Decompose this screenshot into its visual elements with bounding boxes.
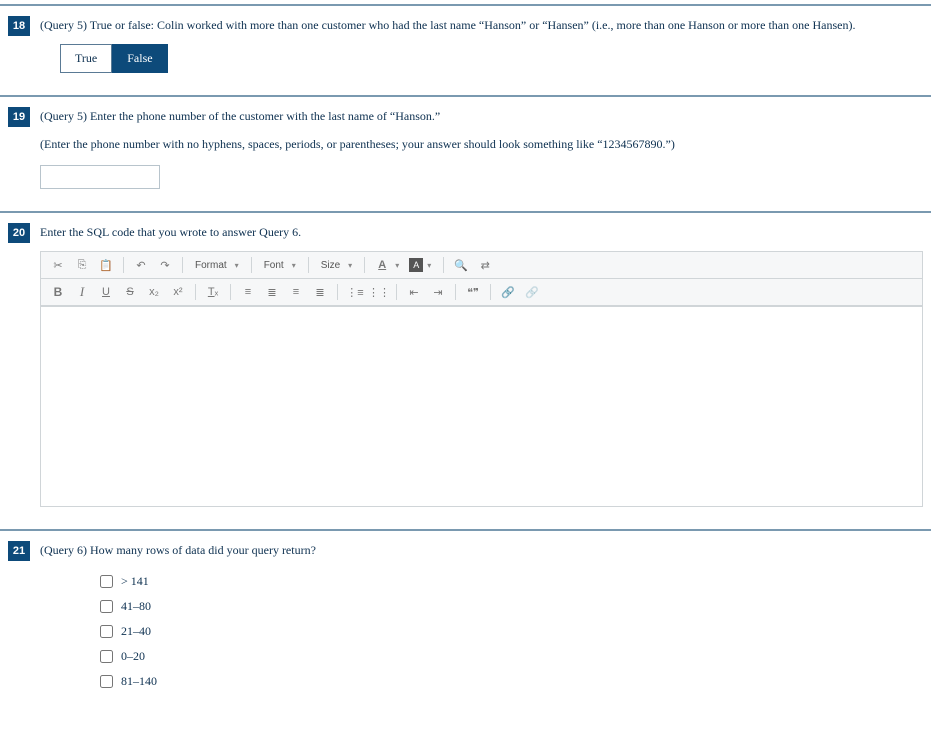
toolbar-separator	[123, 257, 124, 273]
subscript-icon[interactable]: x₂	[145, 283, 163, 301]
option-checkbox[interactable]	[100, 650, 113, 663]
align-left-icon[interactable]: ≡	[239, 283, 257, 301]
phone-input[interactable]	[40, 165, 160, 189]
cut-icon[interactable]: ✂	[49, 256, 67, 274]
toolbar-separator	[182, 257, 183, 273]
question-number-badge: 19	[8, 107, 30, 127]
chevron-down-icon: ▾	[395, 261, 399, 270]
option-item[interactable]: 0–20	[100, 644, 923, 669]
option-label: 81–140	[121, 674, 157, 689]
unlink-icon[interactable]: 🔗	[523, 283, 541, 301]
numbered-list-icon[interactable]: ⋮≡	[346, 283, 364, 301]
option-checkbox[interactable]	[100, 625, 113, 638]
toolbar-separator	[443, 257, 444, 273]
option-label: 21–40	[121, 624, 151, 639]
editor-toolbar-row-1: ✂ ⎘ 📋 ↶ ↷ Format ▾ Font ▾ Size ▾ A ▾ A ▾	[41, 252, 922, 279]
italic-icon[interactable]: I	[73, 283, 91, 301]
true-false-group: True False	[60, 44, 923, 73]
chevron-down-icon: ▾	[235, 261, 239, 270]
question-19: 19 (Query 5) Enter the phone number of t…	[0, 95, 931, 207]
bold-icon[interactable]: B	[49, 283, 67, 301]
blockquote-icon[interactable]: ❝❞	[464, 283, 482, 301]
question-body: (Query 5) True or false: Colin worked wi…	[40, 14, 923, 73]
toolbar-separator	[251, 257, 252, 273]
editor-toolbar-row-2: B I U S x₂ x² Tₓ ≡ ≣ ≡ ≣ ⋮≡ ⋮⋮ ⇤ ⇥	[41, 279, 922, 306]
question-18: 18 (Query 5) True or false: Colin worked…	[0, 4, 931, 91]
copy-icon[interactable]: ⎘	[73, 256, 91, 274]
link-icon[interactable]: 🔗	[499, 283, 517, 301]
question-number-badge: 18	[8, 16, 30, 36]
question-subprompt: (Enter the phone number with no hyphens,…	[40, 135, 923, 153]
align-justify-icon[interactable]: ≣	[311, 283, 329, 301]
option-checkbox[interactable]	[100, 675, 113, 688]
option-checkbox[interactable]	[100, 575, 113, 588]
align-center-icon[interactable]: ≣	[263, 283, 281, 301]
question-body: (Query 6) How many rows of data did your…	[40, 539, 923, 694]
align-right-icon[interactable]: ≡	[287, 283, 305, 301]
question-number-badge: 21	[8, 541, 30, 561]
toolbar-separator	[195, 284, 196, 300]
outdent-icon[interactable]: ⇤	[405, 283, 423, 301]
question-prompt: (Query 6) How many rows of data did your…	[40, 541, 923, 559]
toolbar-separator	[230, 284, 231, 300]
toolbar-separator	[455, 284, 456, 300]
superscript-icon[interactable]: x²	[169, 283, 187, 301]
chevron-down-icon: ▾	[292, 261, 296, 270]
question-number-badge: 20	[8, 223, 30, 243]
option-label: 41–80	[121, 599, 151, 614]
question-21: 21 (Query 6) How many rows of data did y…	[0, 529, 931, 712]
true-button[interactable]: True	[60, 44, 112, 73]
chevron-down-icon: ▾	[348, 261, 352, 270]
question-body: (Query 5) Enter the phone number of the …	[40, 105, 923, 189]
question-prompt: (Query 5) True or false: Colin worked wi…	[40, 16, 923, 34]
strikethrough-icon[interactable]: S	[121, 283, 139, 301]
remove-format-icon[interactable]: Tₓ	[204, 283, 222, 301]
question-20: 20 Enter the SQL code that you wrote to …	[0, 211, 931, 525]
replace-icon[interactable]: ⇄	[476, 256, 494, 274]
option-item[interactable]: 21–40	[100, 619, 923, 644]
font-select[interactable]: Font	[260, 258, 288, 273]
toolbar-separator	[490, 284, 491, 300]
option-label: > 141	[121, 574, 149, 589]
editor-textarea[interactable]	[41, 306, 922, 506]
toolbar-separator	[364, 257, 365, 273]
checkbox-option-group: > 141 41–80 21–40 0–20 81–140	[100, 569, 923, 694]
paste-icon[interactable]: 📋	[97, 256, 115, 274]
option-label: 0–20	[121, 649, 145, 664]
rich-text-editor: ✂ ⎘ 📋 ↶ ↷ Format ▾ Font ▾ Size ▾ A ▾ A ▾	[40, 251, 923, 507]
indent-icon[interactable]: ⇥	[429, 283, 447, 301]
option-checkbox[interactable]	[100, 600, 113, 613]
question-body: Enter the SQL code that you wrote to ans…	[40, 221, 923, 507]
underline-icon[interactable]: U	[97, 283, 115, 301]
toolbar-separator	[337, 284, 338, 300]
text-color-icon[interactable]: A	[373, 256, 391, 274]
toolbar-separator	[396, 284, 397, 300]
option-item[interactable]: 41–80	[100, 594, 923, 619]
option-item[interactable]: 81–140	[100, 669, 923, 694]
size-select[interactable]: Size	[317, 258, 344, 273]
false-button[interactable]: False	[112, 44, 167, 73]
option-item[interactable]: > 141	[100, 569, 923, 594]
question-prompt: (Query 5) Enter the phone number of the …	[40, 107, 923, 125]
format-select[interactable]: Format	[191, 258, 231, 273]
chevron-down-icon: ▾	[427, 261, 431, 270]
question-prompt: Enter the SQL code that you wrote to ans…	[40, 223, 923, 241]
bg-color-icon[interactable]: A	[409, 258, 423, 272]
undo-icon[interactable]: ↶	[132, 256, 150, 274]
redo-icon[interactable]: ↷	[156, 256, 174, 274]
toolbar-separator	[308, 257, 309, 273]
find-icon[interactable]: 🔍	[452, 256, 470, 274]
bullet-list-icon[interactable]: ⋮⋮	[370, 283, 388, 301]
